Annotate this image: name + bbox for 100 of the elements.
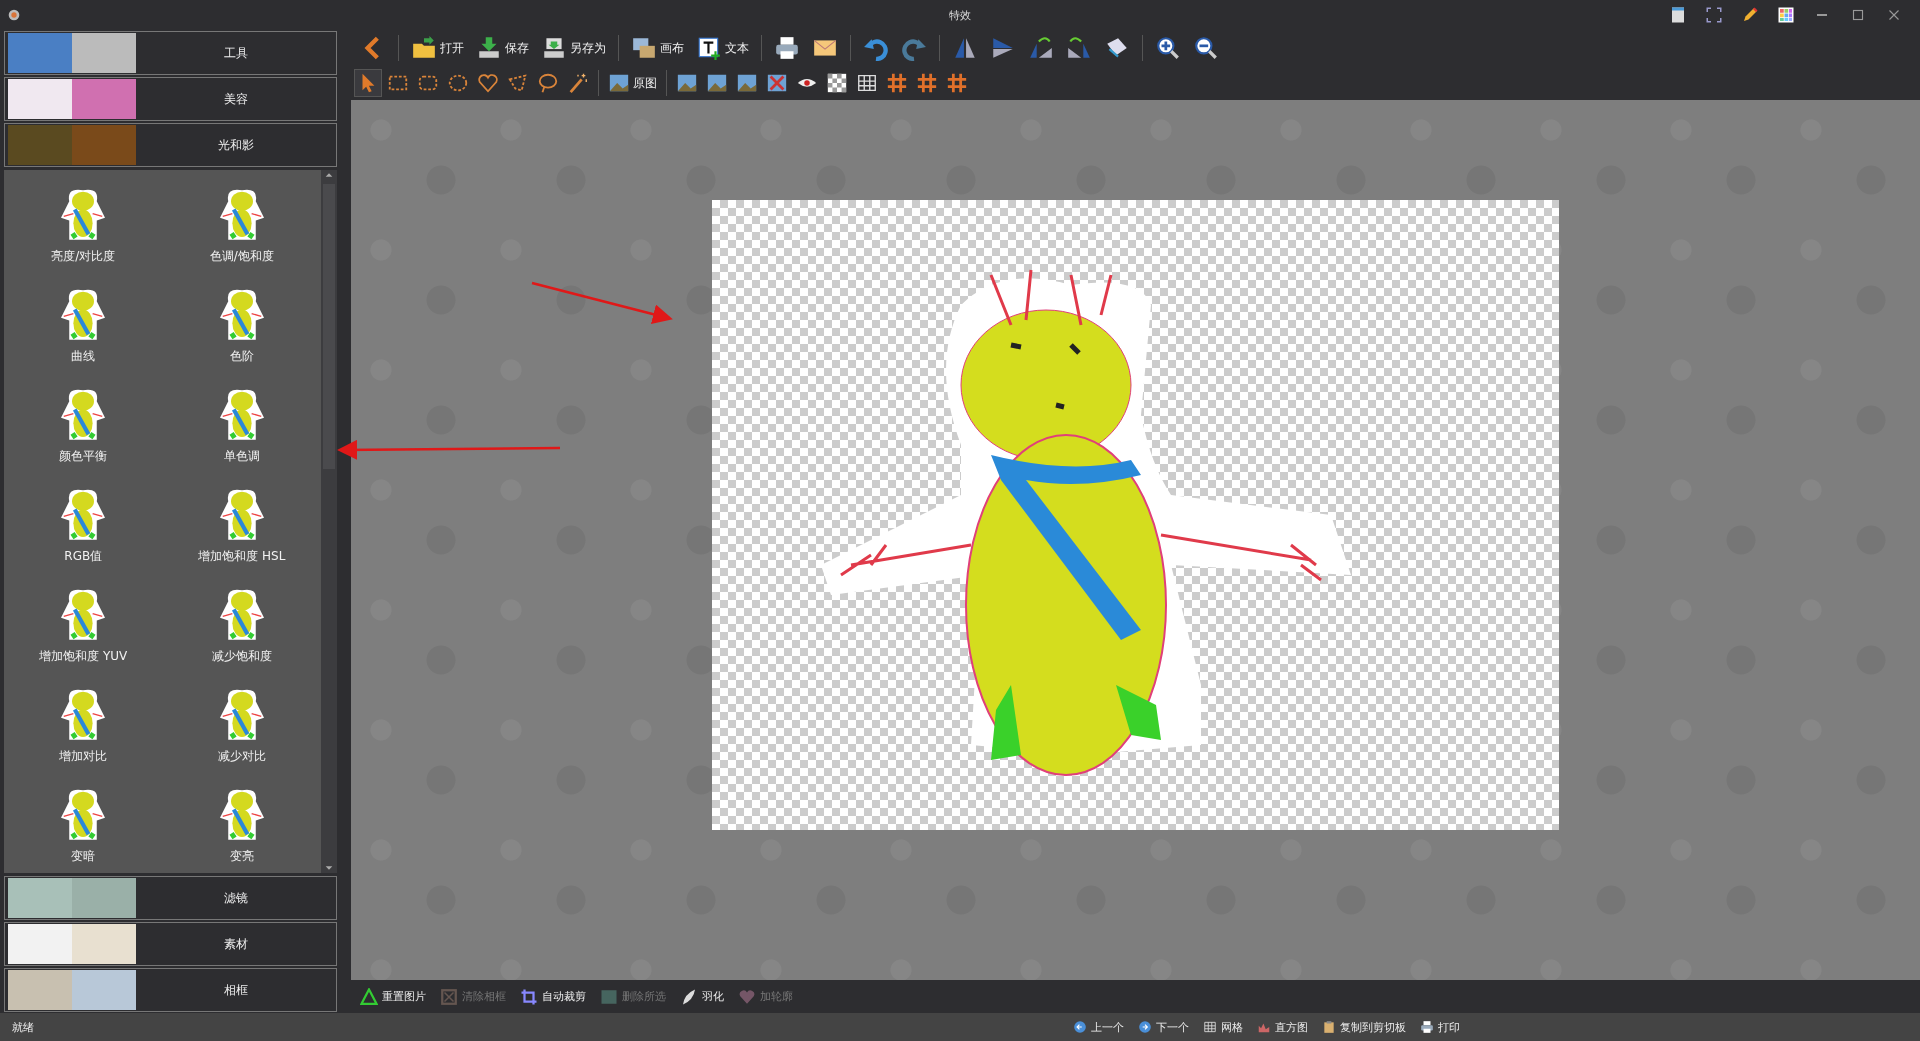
action-button[interactable]: 重置图片	[358, 985, 428, 1008]
folder-icon	[411, 35, 437, 61]
fullscreen-button[interactable]	[1704, 5, 1724, 25]
photo-tools-icon	[766, 72, 788, 94]
lasso-icon	[537, 72, 559, 94]
category-button[interactable]: 美容	[4, 77, 337, 121]
rotate-left-icon	[1028, 35, 1054, 61]
effect-item[interactable]: 色阶	[162, 282, 321, 368]
right-arrow-circle-icon	[1138, 1020, 1152, 1034]
effect-label: 颜色平衡	[59, 448, 108, 465]
category-label: 素材	[223, 935, 249, 953]
hash-icon	[886, 72, 908, 94]
left-arrow-circle-icon	[1073, 1020, 1087, 1034]
polygon-select-icon	[507, 72, 529, 94]
photo-placeholder	[8, 125, 72, 165]
right-arrow-circle-button[interactable]: 下一个	[1138, 1019, 1189, 1035]
drive-icon	[541, 35, 567, 61]
scrollbar[interactable]	[321, 170, 337, 873]
category-label: 相框	[223, 981, 249, 999]
drive-tool-button[interactable]: 另存为	[537, 32, 610, 64]
category-button[interactable]: 滤镜	[4, 876, 337, 920]
crop-icon	[520, 987, 538, 1006]
printer-icon	[774, 35, 800, 61]
effect-item[interactable]: 增加饱和度 HSL	[162, 482, 321, 568]
clipboard-icon	[1322, 1020, 1336, 1034]
heart-icon	[738, 987, 756, 1006]
photo-placeholder	[72, 33, 136, 73]
category-label: 美容	[223, 90, 249, 108]
category-label: 工具	[223, 44, 249, 62]
photo-placeholder	[8, 970, 72, 1010]
effect-item[interactable]: 变暗	[4, 782, 163, 868]
effect-label: 变亮	[229, 848, 254, 865]
category-button[interactable]: 工具	[4, 31, 337, 75]
printer-icon	[1420, 1020, 1434, 1034]
photo-placeholder	[72, 970, 136, 1010]
magic-wand-icon	[567, 72, 589, 94]
effect-label: 单色调	[223, 448, 260, 465]
feather-icon	[680, 987, 698, 1006]
action-button[interactable]: 自动裁剪	[518, 985, 588, 1008]
effect-item[interactable]: 色调/饱和度	[162, 182, 321, 268]
effect-item[interactable]: 减少饱和度	[162, 582, 321, 668]
action-button[interactable]: 羽化	[678, 985, 726, 1008]
effect-item[interactable]: 亮度/对比度	[4, 182, 163, 268]
minimize-icon	[1817, 14, 1827, 16]
effect-label: 曲线	[71, 348, 96, 365]
fullscreen-icon	[1705, 6, 1723, 24]
photo-placeholder	[8, 924, 72, 964]
effect-item[interactable]: 减少对比	[162, 682, 321, 768]
effect-item[interactable]: 增加饱和度 YUV	[4, 582, 163, 668]
document-icon	[1669, 6, 1687, 24]
effect-item[interactable]: 曲线	[4, 282, 163, 368]
text-icon	[696, 35, 722, 61]
effect-label: RGB值	[64, 548, 103, 565]
effect-label: 减少饱和度	[211, 648, 272, 665]
pointer-tool-button[interactable]	[354, 69, 382, 97]
photo-placeholder	[8, 878, 72, 918]
photo-placeholder	[72, 79, 136, 119]
download-drive-icon	[476, 35, 502, 61]
photo-placeholder	[8, 79, 72, 119]
ellipse-select-icon	[447, 72, 469, 94]
download-drive-tool-button[interactable]: 保存	[472, 32, 533, 64]
category-button[interactable]: 光和影	[4, 123, 337, 167]
effect-item[interactable]: 增加对比	[4, 682, 163, 768]
effect-label: 减少对比	[217, 748, 266, 765]
clipboard-button[interactable]: 复制到剪切板	[1322, 1019, 1406, 1035]
effect-item[interactable]: 单色调	[162, 382, 321, 468]
color-grid-button[interactable]	[1776, 5, 1796, 25]
pencil-icon	[1741, 6, 1759, 24]
status-text: 就绪	[12, 1019, 34, 1035]
text-tool-button[interactable]: 文本	[692, 32, 753, 64]
category-button[interactable]: 相框	[4, 968, 337, 1012]
image-stack-icon	[631, 35, 657, 61]
photo-placeholder	[8, 33, 72, 73]
hash-icon	[916, 72, 938, 94]
color-grid-icon	[1777, 6, 1795, 24]
category-label: 光和影	[217, 136, 255, 154]
checkerboard-icon	[826, 72, 848, 94]
effect-item[interactable]: 颜色平衡	[4, 382, 163, 468]
effect-label: 变暗	[71, 848, 96, 865]
folder-tool-button[interactable]: 打开	[407, 32, 468, 64]
printer-button[interactable]: 打印	[1420, 1019, 1460, 1035]
photo-placeholder	[72, 924, 136, 964]
category-label: 滤镜	[223, 889, 249, 907]
effect-item[interactable]: 变亮	[162, 782, 321, 868]
effect-label: 亮度/对比度	[51, 248, 116, 265]
photo-placeholder	[72, 125, 136, 165]
histogram-button[interactable]: 直方图	[1257, 1019, 1308, 1035]
left-arrow-circle-button[interactable]: 上一个	[1073, 1019, 1124, 1035]
hash-icon	[946, 72, 968, 94]
effect-item[interactable]: RGB值	[4, 482, 163, 568]
category-button[interactable]: 素材	[4, 922, 337, 966]
photo-tool-button[interactable]: 原图	[605, 69, 660, 97]
heart-select-icon	[477, 72, 499, 94]
effect-label: 增加饱和度 HSL	[198, 548, 286, 565]
grid-button[interactable]: 网格	[1203, 1019, 1243, 1035]
gear-icon	[6, 7, 22, 23]
grid-icon	[856, 72, 878, 94]
window-title: 特效	[949, 8, 971, 22]
image-stack-tool-button[interactable]: 画布	[627, 32, 688, 64]
zoom-out-icon	[1193, 35, 1219, 61]
